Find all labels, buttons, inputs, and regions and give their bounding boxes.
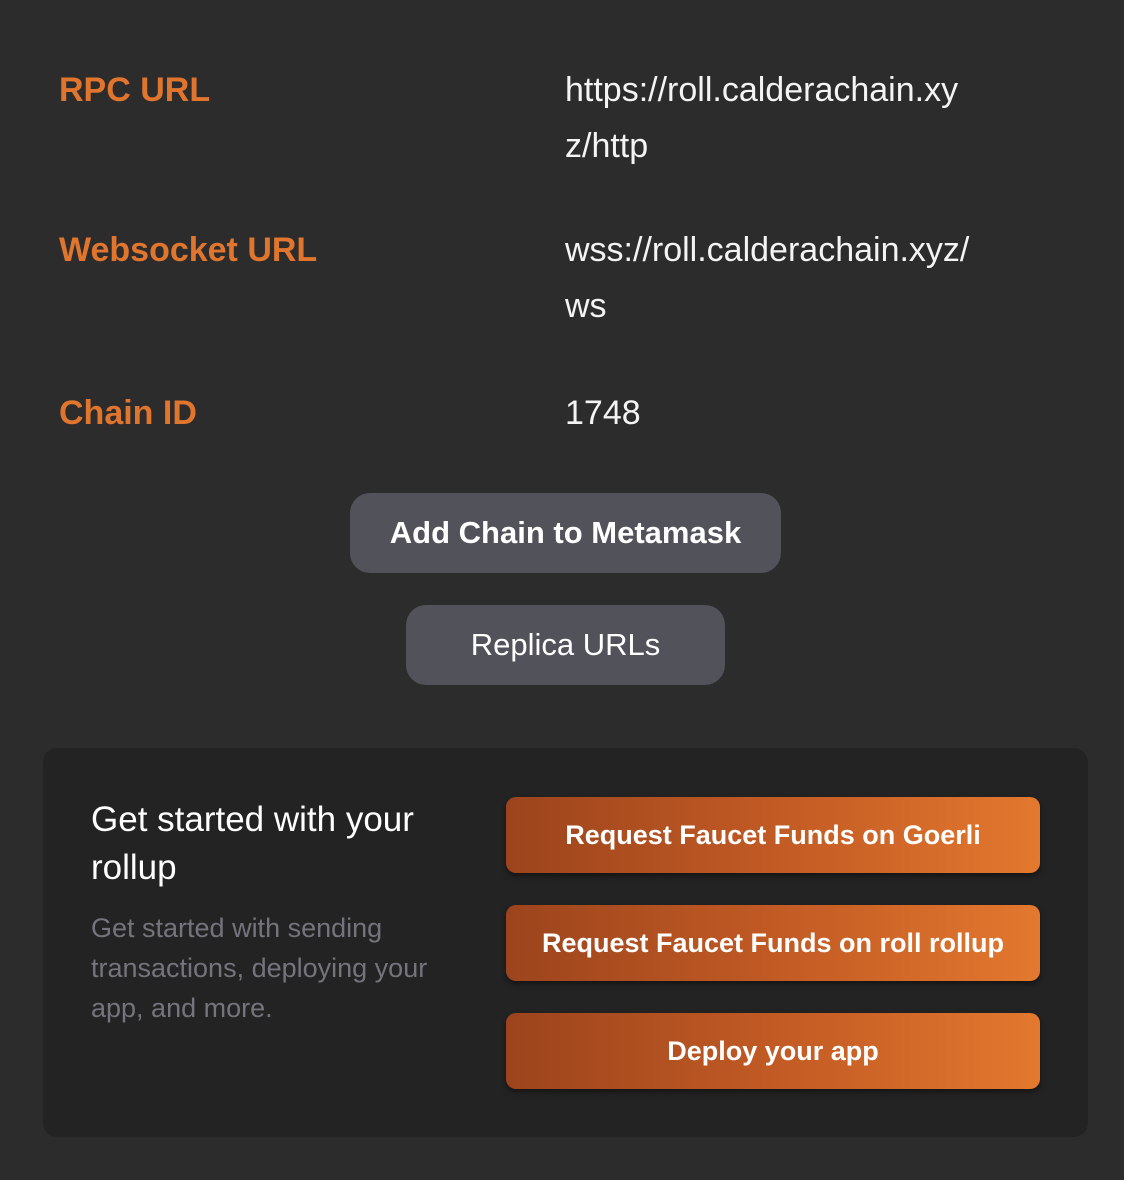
rpc-url-value: https://roll.calderachain.xyz/http: [565, 71, 959, 165]
chain-id-label: Chain ID: [59, 394, 197, 432]
request-faucet-rollup-button[interactable]: Request Faucet Funds on roll rollup: [506, 905, 1040, 981]
add-chain-to-metamask-button[interactable]: Add Chain to Metamask: [350, 493, 781, 573]
get-started-title: Get started with your rollup: [91, 800, 414, 887]
websocket-url-label: Websocket URL: [59, 231, 318, 269]
replica-urls-button[interactable]: Replica URLs: [406, 605, 725, 685]
get-started-card: Get started with your rollup Get started…: [43, 748, 1088, 1137]
get-started-description: Get started with sending transactions, d…: [91, 913, 428, 1023]
request-faucet-goerli-button[interactable]: Request Faucet Funds on Goerli: [506, 797, 1040, 873]
websocket-url-value: wss://roll.calderachain.xyz/ws: [565, 231, 970, 325]
deploy-app-button[interactable]: Deploy your app: [506, 1013, 1040, 1089]
chain-id-value: 1748: [565, 394, 641, 432]
rpc-url-label: RPC URL: [59, 71, 211, 109]
